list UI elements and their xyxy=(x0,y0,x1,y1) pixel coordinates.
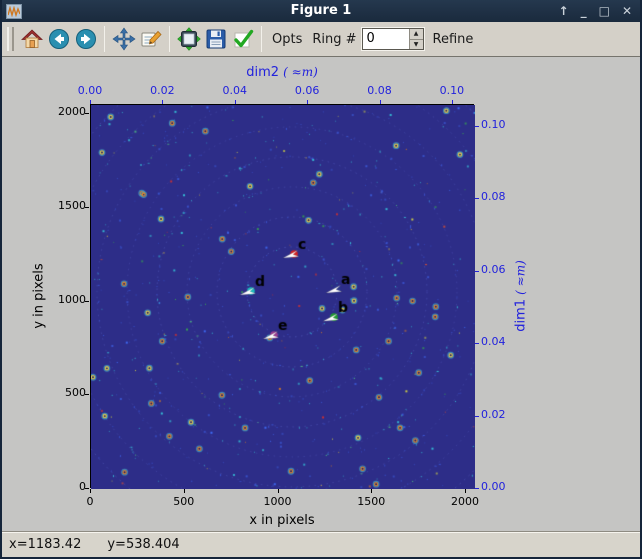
plot-frame xyxy=(90,104,475,489)
toolbar-separator xyxy=(261,26,262,52)
right-tick-label: 0.10 xyxy=(481,118,506,132)
right-tick-label: 0.06 xyxy=(481,262,506,276)
top-tick xyxy=(307,100,309,104)
bottom-tick-label: 2000 xyxy=(451,495,479,508)
close-button[interactable]: ✕ xyxy=(622,0,632,22)
forward-button[interactable] xyxy=(72,25,99,54)
pan-move-icon xyxy=(111,27,136,51)
home-button[interactable] xyxy=(18,25,45,54)
left-tick-label: 0 xyxy=(79,480,86,493)
back-icon xyxy=(48,29,69,49)
right-tick xyxy=(475,343,479,345)
bottom-tick-label: 500 xyxy=(173,495,195,508)
right-axis-title: dim1 ( ≈m) xyxy=(513,260,529,332)
edit-parameters-button[interactable] xyxy=(137,25,164,54)
zoom-rect-icon xyxy=(176,27,201,51)
spin-arrows: ▲ ▼ xyxy=(408,29,423,49)
top-tick-label: 0.06 xyxy=(294,84,320,97)
window-title: Figure 1 xyxy=(290,3,352,18)
zoom-to-rect-button[interactable] xyxy=(175,25,202,54)
top-tick xyxy=(379,100,381,104)
refine-button[interactable]: Refine xyxy=(433,32,474,47)
title-bar: Figure 1 ↑ _ □ ✕ xyxy=(2,0,640,22)
top-tick-label: 0.10 xyxy=(439,84,465,97)
figure-canvas-area: dim2 ( ≈m) dim1 ( ≈m) y in pixels x in p… xyxy=(2,57,640,531)
top-tick-label: 0.08 xyxy=(367,84,392,97)
right-tick xyxy=(475,198,479,200)
bottom-tick xyxy=(90,489,91,493)
top-tick xyxy=(451,100,453,104)
right-tick-label: 0.00 xyxy=(481,480,506,493)
bottom-tick xyxy=(465,489,466,493)
diffraction-image[interactable] xyxy=(91,105,475,489)
ring-number-value[interactable]: 0 xyxy=(363,29,409,49)
right-tick-label: 0.04 xyxy=(481,335,506,349)
spin-up-icon[interactable]: ▲ xyxy=(409,29,423,40)
bottom-tick-label: 1000 xyxy=(263,495,292,508)
top-tick xyxy=(90,100,91,104)
cursor-x-readout: x=1183.42 xyxy=(9,537,82,552)
opts-button[interactable]: Opts xyxy=(272,32,302,47)
bottom-tick xyxy=(371,489,373,493)
top-tick xyxy=(162,100,164,104)
left-tick xyxy=(85,394,89,396)
ring-number-label: Ring # xyxy=(312,31,357,47)
right-tick xyxy=(475,126,479,128)
cursor-y-readout: y=538.404 xyxy=(107,537,180,552)
right-tick xyxy=(475,270,479,272)
pan-button[interactable] xyxy=(110,25,137,54)
minimize-button[interactable]: _ xyxy=(581,0,587,22)
spin-down-icon[interactable]: ▼ xyxy=(409,39,423,49)
top-tick-label: 0.00 xyxy=(77,84,103,97)
bottom-tick xyxy=(277,489,279,493)
right-tick-label: 0.08 xyxy=(481,190,506,204)
maximize-button[interactable]: □ xyxy=(599,0,610,22)
save-button[interactable] xyxy=(202,25,229,54)
apply-button[interactable] xyxy=(229,25,256,54)
forward-icon xyxy=(75,29,96,49)
bottom-tick xyxy=(183,489,185,493)
left-tick-label: 2000 xyxy=(58,105,86,118)
top-axis-title: dim2 ( ≈m) xyxy=(246,65,318,80)
left-tick xyxy=(85,300,89,302)
right-tick xyxy=(475,415,479,417)
bottom-tick-label: 1500 xyxy=(357,495,386,508)
bottom-tick-label: 0 xyxy=(86,495,94,508)
window-controls: ↑ _ □ ✕ xyxy=(559,0,632,22)
edit-note-icon xyxy=(141,30,162,47)
shade-button[interactable]: ↑ xyxy=(559,0,569,22)
top-tick-label: 0.02 xyxy=(150,84,175,97)
top-tick-label: 0.04 xyxy=(222,84,248,97)
left-tick xyxy=(85,113,89,114)
left-tick xyxy=(85,206,89,208)
toolbar-grip-handle[interactable] xyxy=(7,27,14,51)
navigation-toolbar: Opts Ring # 0 ▲ ▼ Refine xyxy=(2,22,640,57)
bottom-axis-title: x in pixels xyxy=(249,513,315,528)
status-bar: x=1183.42 y=538.404 xyxy=(2,531,640,557)
toolbar-separator xyxy=(104,26,105,52)
right-tick xyxy=(475,488,479,489)
ring-number-spinbox[interactable]: 0 ▲ ▼ xyxy=(360,27,425,51)
right-tick-label: 0.02 xyxy=(481,407,506,421)
toolbar-separator xyxy=(169,26,170,52)
home-icon xyxy=(20,29,43,48)
left-tick-label: 1000 xyxy=(58,292,86,306)
figure-window: Figure 1 ↑ _ □ ✕ Opts Ring # 0 ▲ ▼ Refin… xyxy=(0,0,642,559)
save-floppy-icon xyxy=(206,29,225,49)
left-tick xyxy=(85,488,89,489)
back-button[interactable] xyxy=(45,25,72,54)
left-tick-label: 500 xyxy=(65,386,86,400)
left-tick-label: 1500 xyxy=(58,198,86,212)
check-mark-icon xyxy=(233,29,253,48)
top-tick xyxy=(234,100,236,104)
